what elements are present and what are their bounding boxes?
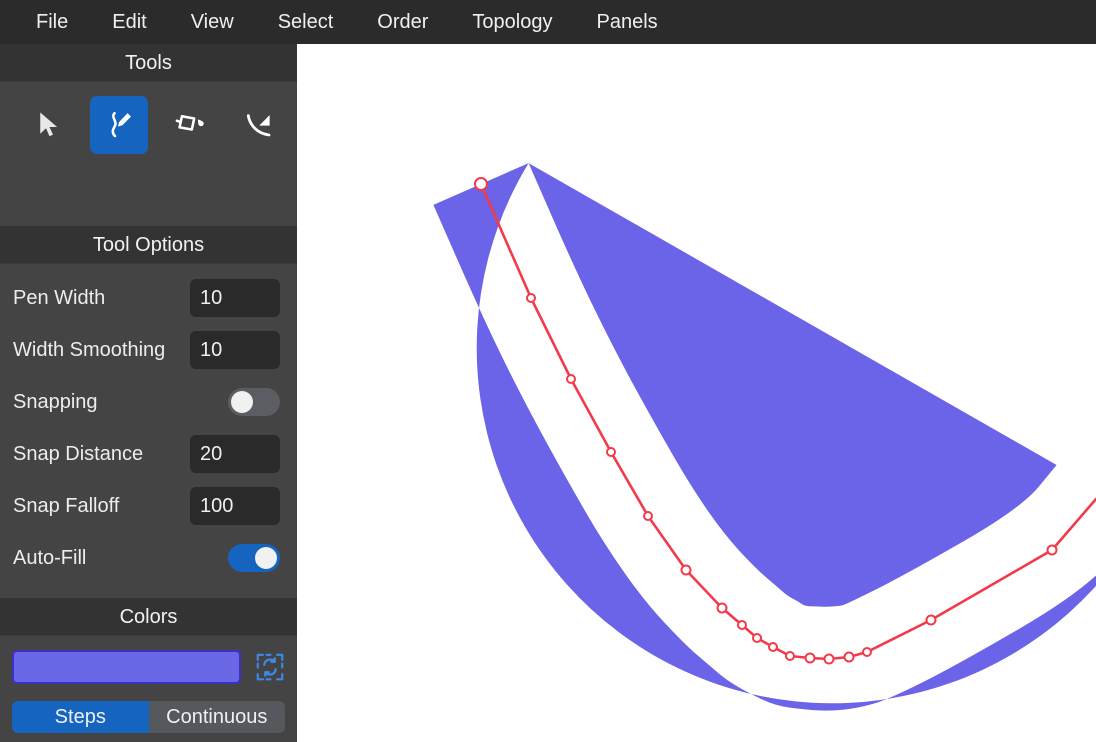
option-row-pen-width: Pen Width [0,272,297,324]
curve-tool-button[interactable] [230,96,288,154]
snapping-toggle-knob [231,391,253,413]
colors-panel-header: Colors [0,598,297,636]
select-tool-button[interactable] [20,96,78,154]
menu-item-edit[interactable]: Edit [90,0,168,44]
option-row-auto-fill: Auto-Fill [0,532,297,584]
cursor-arrow-icon [34,110,64,140]
option-row-snap-distance: Snap Distance [0,428,297,480]
control-point[interactable] [823,653,835,665]
control-point[interactable] [862,647,872,657]
pen-draw-icon [103,109,135,141]
snapping-label: Snapping [13,390,98,413]
control-point[interactable] [680,564,692,576]
tools-panel-header: Tools [0,44,297,82]
control-point[interactable] [804,652,816,664]
pen-width-input[interactable] [190,279,280,317]
color-mode-segmented-control: Steps Continuous [12,701,285,733]
option-row-width-smoothing: Width Smoothing [0,324,297,376]
control-point[interactable] [1046,544,1058,556]
option-row-snap-falloff: Snap Falloff [0,480,297,532]
control-point[interactable] [716,602,728,614]
tools-panel-body [0,82,297,226]
control-point[interactable] [526,293,536,303]
color-mode-steps-button[interactable]: Steps [12,701,149,733]
width-smoothing-input[interactable] [190,331,280,369]
curve-bend-icon [243,109,275,141]
snap-falloff-label: Snap Falloff [13,494,120,517]
control-point[interactable] [643,511,653,521]
control-point[interactable] [843,651,855,663]
main-body: Tools Tool Options Pen Width 10 Width Sm… [0,44,1096,742]
menu-item-panels[interactable]: Panels [574,0,679,44]
paint-bucket-icon [173,109,205,141]
randomize-color-icon[interactable] [255,652,285,682]
left-sidebar: Tools Tool Options Pen Width 10 Width Sm… [0,44,297,742]
stroke-band-shape[interactable] [433,163,1096,711]
control-point[interactable] [752,633,762,643]
drawing-canvas[interactable] [297,44,1096,742]
control-point[interactable] [566,374,576,384]
control-point[interactable] [606,447,616,457]
width-smoothing-label: Width Smoothing [13,338,166,361]
color-mode-continuous-button[interactable]: Continuous [148,701,285,733]
tool-options-panel-header: Tool Options [0,226,297,264]
snapping-toggle[interactable] [228,388,280,416]
control-point-start[interactable] [474,177,488,191]
pen-tool-button[interactable] [90,96,148,154]
canvas-artwork [433,163,1096,711]
menu-item-topology[interactable]: Topology [450,0,574,44]
tool-options-panel-body: Pen Width Width Smoothing Snapping Snap … [0,264,297,598]
menu-item-select[interactable]: Select [256,0,356,44]
color-swatch[interactable] [12,650,241,684]
menu-item-view[interactable]: View [169,0,256,44]
app-window: File Edit View Select Order Topology Pan… [0,0,1096,742]
control-point[interactable] [785,651,795,661]
color-swatch-row [12,650,285,684]
auto-fill-label: Auto-Fill [13,546,87,569]
menu-item-file[interactable]: File [14,0,90,44]
option-row-snapping: Snapping [0,376,297,428]
menu-item-order[interactable]: Order [355,0,450,44]
snap-distance-label: Snap Distance [13,442,144,465]
snap-distance-input[interactable] [190,435,280,473]
control-point[interactable] [925,614,937,626]
pen-width-label: Pen Width [13,286,106,309]
menu-bar: File Edit View Select Order Topology Pan… [0,0,1096,44]
snap-falloff-input[interactable] [190,487,280,525]
auto-fill-toggle-knob [255,547,277,569]
auto-fill-toggle[interactable] [228,544,280,572]
tool-row [0,96,297,154]
colors-panel-body: Steps Continuous [0,636,297,742]
control-point[interactable] [768,642,778,652]
control-point[interactable] [737,620,747,630]
fill-tool-button[interactable] [160,96,218,154]
